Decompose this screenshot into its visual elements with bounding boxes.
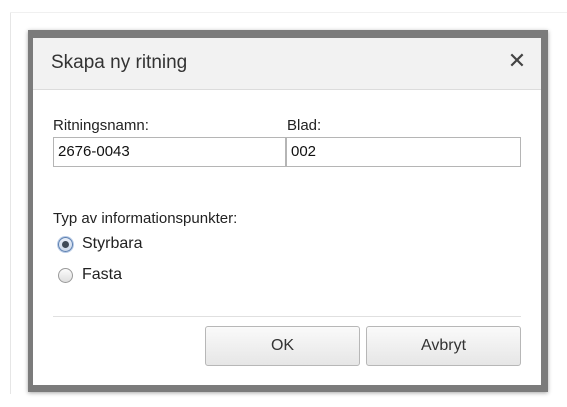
drawing-name-input[interactable]: 2676-0043 bbox=[53, 137, 286, 167]
background-panel-left bbox=[0, 0, 11, 407]
radio-label-styrbara: Styrbara bbox=[82, 235, 143, 252]
radio-button-checked[interactable] bbox=[58, 237, 73, 252]
dialog-titlebar: Skapa ny ritning ✕ bbox=[33, 38, 541, 90]
close-icon[interactable]: ✕ bbox=[505, 48, 529, 74]
radio-label-fasta: Fasta bbox=[82, 266, 123, 283]
background-panel-bottom bbox=[10, 394, 567, 407]
background-panel-top bbox=[10, 0, 567, 13]
ok-button[interactable]: OK bbox=[205, 326, 360, 366]
drawing-name-label: Ritningsnamn: bbox=[53, 117, 149, 134]
sheet-input[interactable]: 002 bbox=[286, 137, 521, 167]
cancel-button[interactable]: Avbryt bbox=[366, 326, 521, 366]
sheet-label: Blad: bbox=[287, 117, 322, 134]
dialog-title: Skapa ny ritning bbox=[51, 52, 188, 73]
create-drawing-dialog: Skapa ny ritning ✕ Ritningsnamn: 2676-00… bbox=[33, 38, 541, 385]
footer-divider bbox=[53, 316, 521, 317]
info-points-label: Typ av informationspunkter: bbox=[53, 210, 238, 227]
dialog-frame: Skapa ny ritning ✕ Ritningsnamn: 2676-00… bbox=[28, 30, 548, 392]
radio-button[interactable] bbox=[58, 268, 73, 283]
